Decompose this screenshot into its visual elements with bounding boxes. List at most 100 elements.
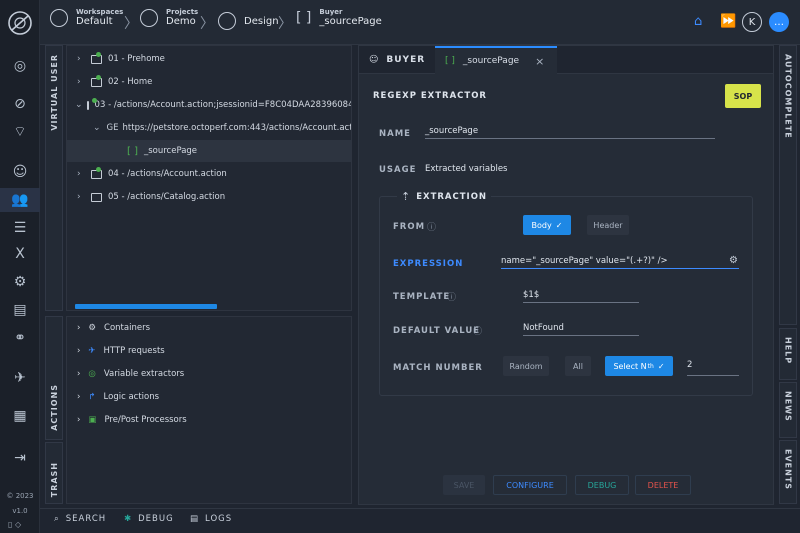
action-item[interactable]: › ⚙ Containers [77, 318, 150, 338]
tree-item[interactable]: › 04 - /actions/Account.action [67, 163, 351, 185]
design-icon[interactable]: ☺ [0, 160, 40, 184]
action-item[interactable]: › ✈ HTTP requests [77, 341, 165, 361]
match-random-button[interactable]: Random [503, 356, 549, 376]
tree-item-label: 04 - /actions/Account.action [108, 169, 227, 179]
processor-icon: ▣ [88, 415, 97, 425]
fast-forward-icon[interactable]: ⏩ [720, 14, 736, 29]
tree-item-label: _sourcePage [143, 146, 198, 156]
tree-item[interactable]: [ ] _sourcePage [67, 140, 351, 162]
collapse-icon[interactable]: ⇥ [0, 446, 40, 470]
template-input[interactable]: $1$ [523, 290, 639, 303]
action-item-label: Logic actions [103, 392, 160, 402]
tab-trash[interactable]: TRASH [45, 442, 63, 504]
chat-icon[interactable]: … [769, 12, 789, 32]
tab-source-page[interactable]: [ ] _sourcePage × [435, 46, 557, 74]
reports-icon[interactable]: ▦ [0, 404, 40, 428]
servers-icon[interactable]: ☰ [0, 216, 40, 240]
chevron-down-icon[interactable]: ⌄ [75, 100, 83, 110]
legal-icon[interactable]: ▯ ◇ [8, 520, 21, 529]
monitoring-icon[interactable]: ⌔ [0, 120, 40, 144]
virtual-users-icon[interactable]: 👥 [0, 188, 40, 212]
breadcrumb-design-value: Design [244, 15, 279, 27]
footer-search[interactable]: ⌕ SEARCH [54, 514, 106, 524]
name-input[interactable]: _sourcePage [425, 126, 715, 139]
tree-item[interactable]: › 01 - Prehome [67, 48, 351, 70]
default-value-input[interactable]: NotFound [523, 323, 639, 336]
tab-actions-label: ACTIONS [49, 384, 59, 431]
files-icon[interactable]: ▤ [0, 298, 40, 322]
extraction-title-text: EXTRACTION [416, 191, 488, 202]
chevron-right-icon[interactable]: › [77, 54, 87, 64]
handshake-icon[interactable]: ⚭ [0, 326, 40, 350]
sop-badge[interactable]: SOP [725, 84, 761, 108]
match-number-input[interactable]: 2 [687, 360, 739, 376]
breadcrumb-workspaces-value: Default [76, 16, 113, 27]
help-icon[interactable]: ⓘ [473, 324, 482, 337]
tab-help[interactable]: HELP [779, 328, 797, 380]
left-navigation: ◎ ⊘ ⌔ ☺ 👥 ☰ X ⚙ ▤ ⚭ ✈ ▦ ⇥ © 2023 v1.0 ▯ … [0, 0, 40, 533]
folder-icon [91, 74, 102, 87]
horizontal-scrollbar[interactable] [75, 304, 217, 309]
tab-virtual-user[interactable]: VIRTUAL USER [45, 45, 63, 311]
breadcrumb-design[interactable]: Design [218, 12, 279, 30]
from-body-button[interactable]: Body ✓ [523, 215, 571, 235]
from-header-button[interactable]: Header [587, 215, 629, 235]
logo-icon[interactable] [0, 8, 40, 38]
footer-logs[interactable]: ▤ LOGS [190, 514, 232, 524]
action-item[interactable]: › ▣ Pre/Post Processors [77, 410, 187, 430]
tree-item[interactable]: ⌄ GE https://petstore.octoperf.com:443/act… [67, 117, 351, 139]
chevron-right-icon[interactable]: › [77, 369, 80, 379]
help-icon[interactable]: ⓘ [447, 290, 456, 303]
help-icon[interactable]: ⓘ [427, 220, 436, 233]
match-nth-button[interactable]: Select Nth ✓ [605, 356, 673, 376]
actions-panel: › ⚙ Containers › ✈ HTTP requests › ◎ Variable … [66, 316, 352, 504]
breadcrumb-workspaces[interactable]: Workspaces Default [50, 8, 123, 27]
chevron-right-icon[interactable]: › [77, 77, 87, 87]
tab-news-label: NEWS [783, 391, 793, 422]
chevron-right-icon[interactable]: › [77, 346, 80, 356]
tab-events[interactable]: EVENTS [779, 440, 797, 504]
upload-icon: ⇡ [401, 190, 411, 203]
tree-item[interactable]: › 02 - Home [67, 71, 351, 93]
gear-icon[interactable]: ⚙ [729, 255, 738, 266]
tab-buyer[interactable]: ☺ BUYER [359, 46, 435, 74]
save-button[interactable]: SAVE [443, 475, 485, 495]
chevron-right-icon[interactable]: › [77, 415, 80, 425]
breadcrumb-buyer-label: Buyer [319, 8, 343, 16]
chevron-right-icon[interactable]: › [77, 392, 80, 402]
expression-input[interactable]: name="_sourcePage" value="(.+?)" /> [501, 256, 739, 269]
footer-debug[interactable]: ✱ DEBUG [124, 514, 174, 524]
debug-button[interactable]: DEBUG [575, 475, 629, 495]
from-label: FROM [393, 222, 426, 232]
delete-button[interactable]: DELETE [635, 475, 691, 495]
chevron-down-icon[interactable]: ⌄ [93, 123, 101, 133]
bank-icon[interactable]: ⌂ [694, 14, 702, 29]
match-all-button[interactable]: All [565, 356, 591, 376]
breadcrumb-buyer[interactable]: [ ] Buyer _sourcePage [296, 8, 382, 27]
action-item[interactable]: › ◎ Variable extractors [77, 364, 184, 384]
settings-icon[interactable]: ⚙ [0, 270, 40, 294]
tab-news[interactable]: NEWS [779, 382, 797, 438]
tab-autocomplete[interactable]: AUTOCOMPLETE [779, 45, 797, 325]
variables-icon[interactable]: X [0, 242, 40, 266]
breadcrumb-projects[interactable]: Projects Demo [140, 8, 198, 27]
containers-icon: ⚙ [88, 323, 97, 333]
projects-icon[interactable]: ⊘ [0, 92, 40, 116]
runtime-icon[interactable]: ✈ [0, 366, 40, 390]
close-icon[interactable]: × [535, 55, 544, 68]
tab-actions[interactable]: ACTIONS [45, 316, 63, 440]
workspaces-icon[interactable]: ◎ [0, 54, 40, 78]
match-nth-superscript: th [647, 362, 654, 370]
tree-item[interactable]: › 05 - /actions/Catalog.action [67, 186, 351, 208]
breadcrumb-workspaces-label: Workspaces [76, 8, 124, 16]
chevron-right-icon[interactable]: › [77, 192, 87, 202]
configure-button[interactable]: CONFIGURE [493, 475, 567, 495]
chevron-right-icon[interactable]: › [77, 323, 80, 333]
chevron-right-icon[interactable]: › [77, 169, 87, 179]
chevron-right-icon: 〉 [124, 16, 138, 32]
action-item[interactable]: › ↱ Logic actions [77, 387, 159, 407]
tree-item[interactable]: ⌄ 03 - /actions/Account.action;jsessionid… [67, 94, 351, 116]
footer-debug-label: DEBUG [138, 514, 174, 524]
avatar[interactable]: K [742, 12, 762, 32]
bracket-icon: [ ] [296, 9, 312, 26]
